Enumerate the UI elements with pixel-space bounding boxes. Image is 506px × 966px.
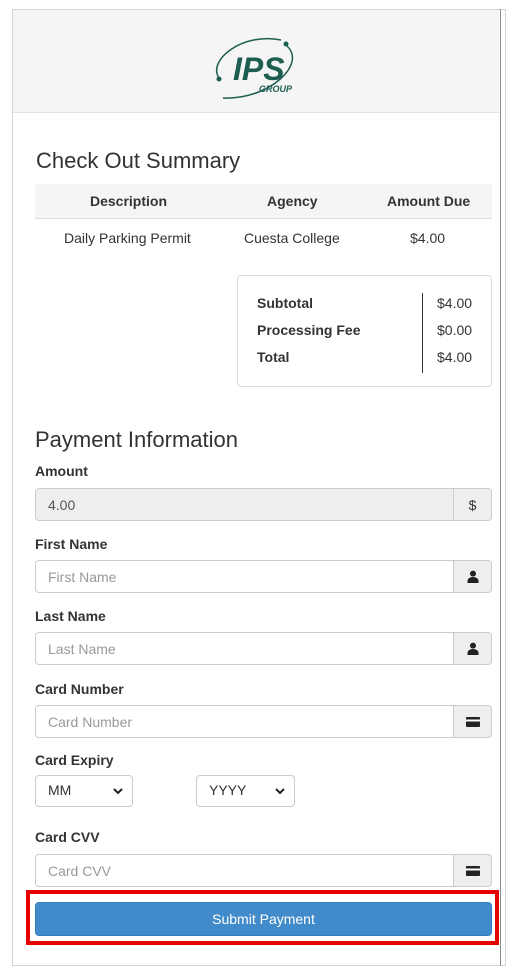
chevron-down-icon [275, 788, 285, 795]
processing-fee-label: Processing Fee [257, 322, 361, 338]
chevron-down-icon [113, 788, 123, 795]
card-number-input[interactable] [35, 705, 454, 738]
card-number-group [35, 705, 492, 738]
payment-information-title: Payment Information [35, 427, 238, 452]
header-bar: IPS GROUP [13, 10, 499, 113]
summary-table-header: Description Agency Amount Due [35, 184, 492, 219]
total-label: Total [257, 349, 290, 365]
first-name-label: First Name [35, 536, 108, 552]
expiry-year-select[interactable]: YYYY [196, 775, 295, 807]
col-agency: Agency [267, 193, 318, 209]
totals-box: Subtotal $4.00 Processing Fee $0.00 Tota… [237, 275, 492, 387]
ips-group-logo: IPS GROUP [216, 37, 294, 99]
last-name-label: Last Name [35, 608, 106, 624]
user-icon [453, 632, 492, 665]
credit-card-icon [453, 705, 492, 738]
row-description: Daily Parking Permit [64, 230, 191, 246]
row-agency: Cuesta College [244, 230, 340, 246]
user-icon [453, 560, 492, 593]
card-cvv-label: Card CVV [35, 829, 100, 845]
col-description: Description [90, 193, 168, 209]
amount-group: $ [35, 488, 492, 521]
dollar-icon: $ [453, 488, 492, 521]
processing-fee-value: $0.00 [437, 322, 473, 338]
first-name-group [35, 560, 492, 593]
submit-payment-button[interactable]: Submit Payment [35, 902, 492, 936]
logo-sub: GROUP [259, 84, 293, 94]
totals-divider [422, 293, 423, 373]
subtotal-value: $4.00 [437, 295, 473, 311]
total-value: $4.00 [437, 349, 473, 365]
row-amount: $4.00 [410, 230, 446, 246]
expiry-month-select[interactable]: MM [35, 775, 133, 807]
panel-edge [500, 9, 501, 966]
card-number-label: Card Number [35, 681, 124, 697]
logo-brand: IPS [233, 51, 285, 87]
subtotal-label: Subtotal [257, 295, 313, 311]
card-cvv-input[interactable] [35, 854, 454, 887]
checkout-summary-title: Check Out Summary [36, 148, 241, 173]
expiry-year-value: YYYY [209, 782, 247, 798]
amount-label: Amount [35, 463, 88, 479]
expiry-month-value: MM [48, 782, 72, 798]
first-name-input[interactable] [35, 560, 454, 593]
last-name-group [35, 632, 492, 665]
card-expiry-label: Card Expiry [35, 752, 114, 768]
amount-input[interactable] [35, 488, 454, 521]
col-amount-due: Amount Due [387, 193, 471, 209]
credit-card-icon [453, 854, 492, 887]
last-name-input[interactable] [35, 632, 454, 665]
card-cvv-group [35, 854, 492, 887]
